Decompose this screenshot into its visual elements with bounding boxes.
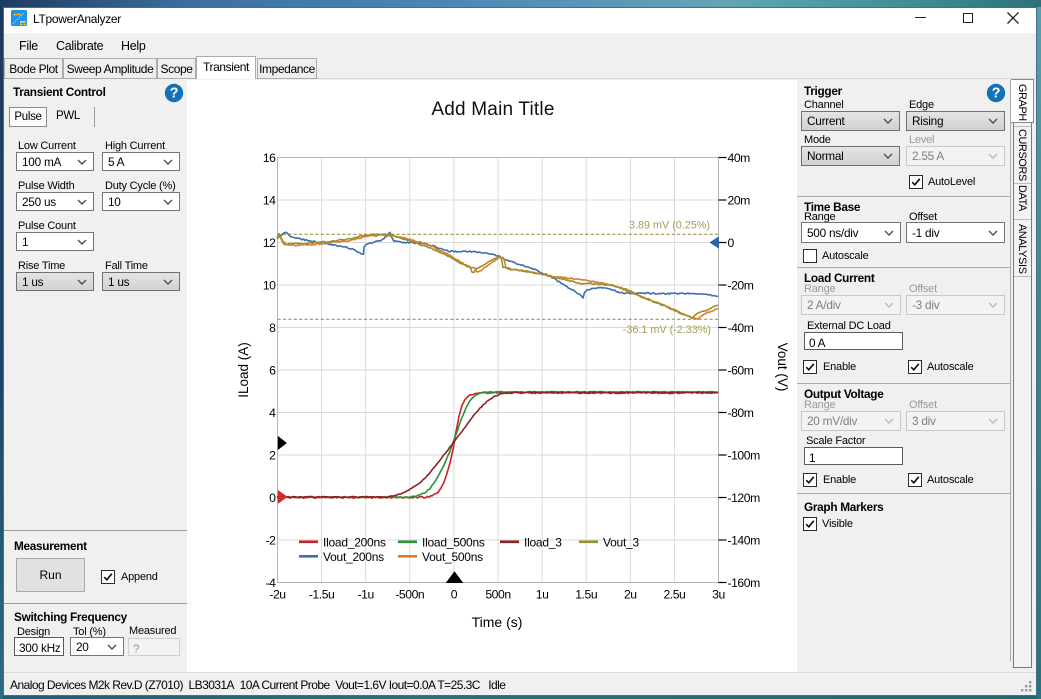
svg-text:3.89 mV (0.25%): 3.89 mV (0.25%) [629,220,710,232]
svg-text:0: 0 [728,236,735,250]
svg-text:1.5u: 1.5u [575,588,597,602]
svg-text:0: 0 [269,491,276,505]
svg-text:-20m: -20m [728,279,754,293]
svg-text:-1.5u: -1.5u [309,588,335,602]
svg-text:16: 16 [263,151,276,165]
svg-text:Iload_500ns: Iload_500ns [422,535,485,549]
svg-text:-40m: -40m [728,321,754,335]
svg-text:?: ? [170,86,179,102]
svg-text:Add Main Title: Add Main Title [431,99,554,120]
svg-text:12: 12 [263,236,276,250]
svg-text:Vout (V): Vout (V) [775,343,790,392]
svg-text:1u: 1u [536,588,549,602]
svg-text:40m: 40m [728,151,751,165]
svg-text:500n: 500n [485,588,510,602]
svg-text:2u: 2u [624,588,637,602]
svg-text:-120m: -120m [728,491,761,505]
svg-text:4: 4 [269,406,276,420]
svg-text:6: 6 [269,364,276,378]
svg-text:?: ? [992,86,1001,102]
svg-text:-100m: -100m [728,449,761,463]
svg-text:8: 8 [269,321,276,335]
svg-text:-60m: -60m [728,364,754,378]
svg-text:-500n: -500n [395,588,424,602]
svg-text:-1u: -1u [358,588,374,602]
svg-text:3u: 3u [712,588,725,602]
svg-text:-2u: -2u [269,588,285,602]
svg-text:Time (s): Time (s) [472,614,523,630]
svg-text:Iload_200ns: Iload_200ns [323,535,386,549]
svg-text:-2: -2 [266,534,277,548]
svg-text:0: 0 [451,588,458,602]
svg-text:20m: 20m [728,194,751,208]
svg-text:Vout_200ns: Vout_200ns [323,550,384,564]
svg-text:10: 10 [263,279,276,293]
svg-text:2.5u: 2.5u [663,588,685,602]
svg-text:-80m: -80m [728,406,754,420]
svg-text:-140m: -140m [728,534,761,548]
svg-text:2: 2 [269,449,276,463]
svg-text:-36.1 mV (-2.33%): -36.1 mV (-2.33%) [623,324,711,336]
svg-text:-160m: -160m [728,576,761,590]
svg-text:Vout_500ns: Vout_500ns [422,550,483,564]
svg-text:Iload_3: Iload_3 [524,535,562,549]
svg-text:ILoad (A): ILoad (A) [236,342,251,398]
svg-text:14: 14 [263,194,276,208]
svg-text:Vout_3: Vout_3 [603,535,639,549]
